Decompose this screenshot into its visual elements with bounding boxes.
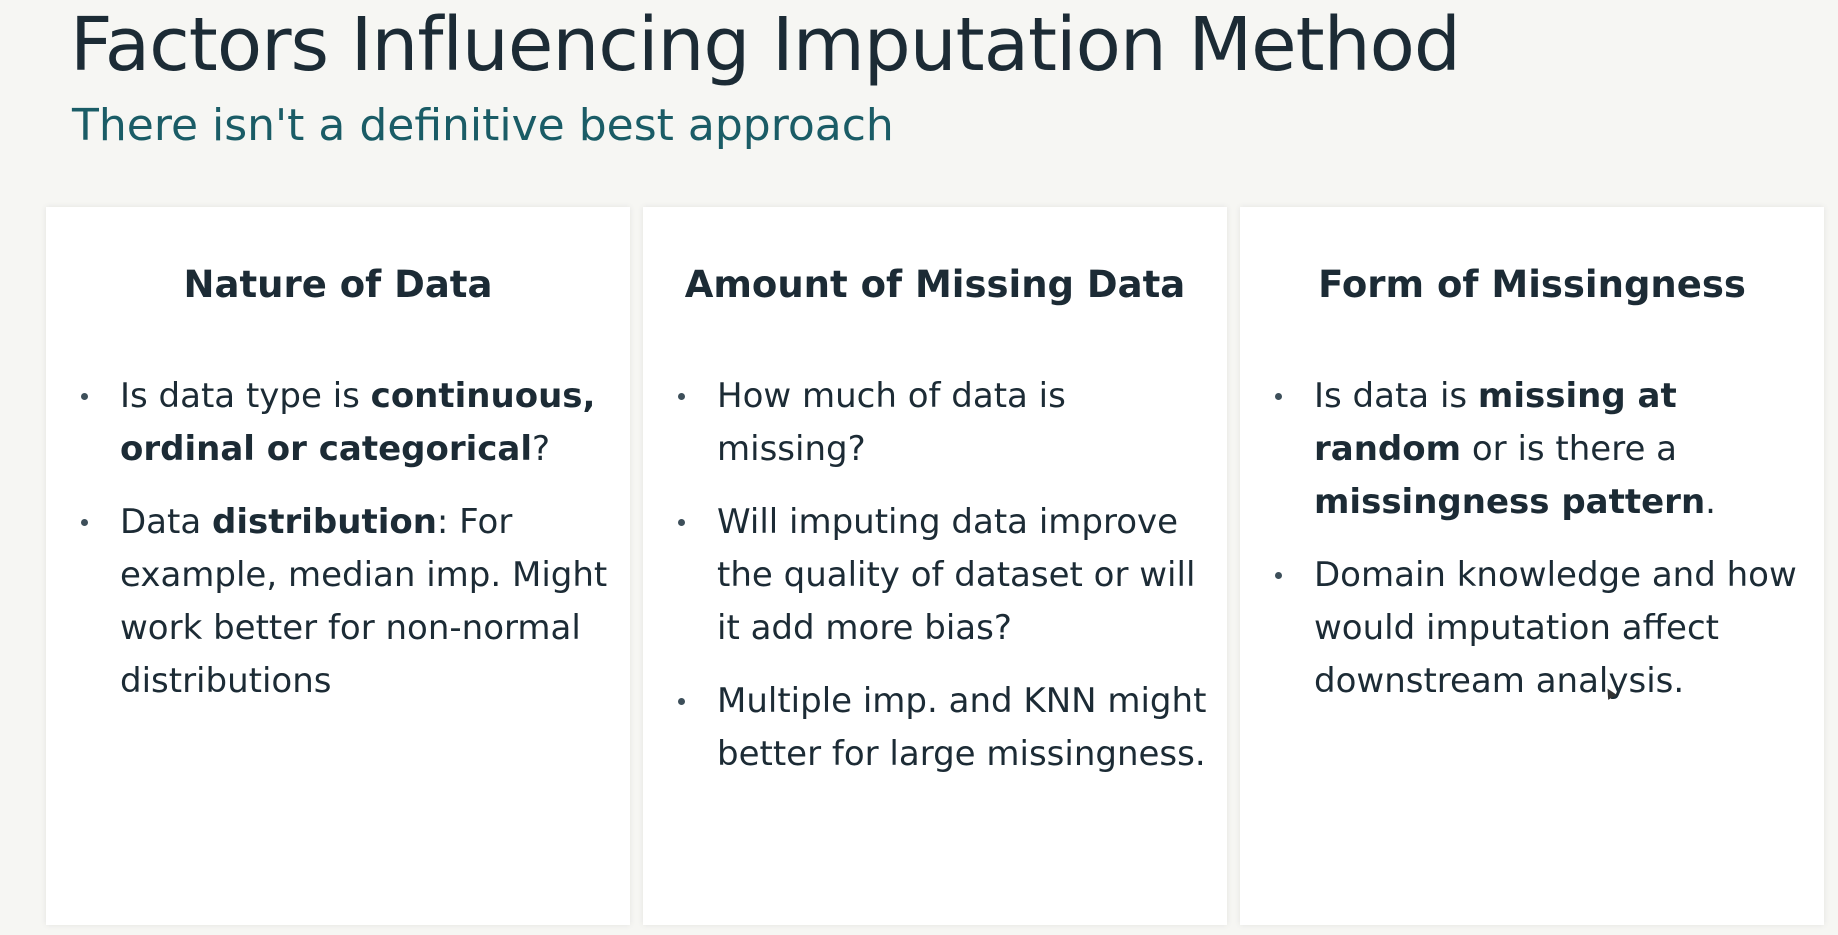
bullet-item: Domain knowledge and how would imputatio… <box>1240 549 1824 708</box>
bullet-text-bold: missingness pattern <box>1314 482 1706 522</box>
card-amount-of-missing-data: Amount of Missing Data How much of data … <box>643 207 1227 925</box>
bullet-dot-icon <box>1275 393 1282 400</box>
bullet-dot-icon <box>678 393 685 400</box>
bullet-text: or is there a <box>1461 429 1677 469</box>
bullet-item: Multiple imp. and KNN might better for l… <box>643 675 1227 781</box>
bullet-list: Is data type is continuous, ordinal or c… <box>46 370 630 728</box>
bullet-item: Is data is missing at random or is there… <box>1240 370 1824 529</box>
bullet-text-bold: distribution <box>212 502 437 542</box>
bullet-item: How much of data is missing? <box>643 370 1227 476</box>
bullet-text: Is data type is <box>120 376 371 416</box>
bullet-text: Is data is <box>1314 376 1478 416</box>
bullet-list: Is data is missing at random or is there… <box>1240 370 1824 728</box>
bullet-text: Domain knowledge and how would imputatio… <box>1314 555 1797 701</box>
bullet-dot-icon <box>1275 572 1282 579</box>
bullet-text: Multiple imp. and KNN might better for l… <box>717 681 1207 774</box>
card-title: Form of Missingness <box>1318 263 1746 306</box>
bullet-dot-icon <box>81 393 88 400</box>
bullet-dot-icon <box>678 698 685 705</box>
slide-title: Factors Influencing Imputation Method <box>70 2 1461 88</box>
bullet-list: How much of data is missing? Will imputin… <box>643 370 1227 801</box>
bullet-dot-icon <box>81 519 88 526</box>
bullet-item: Will imputing data improve the quality o… <box>643 496 1227 655</box>
bullet-item: Is data type is continuous, ordinal or c… <box>46 370 630 476</box>
bullet-text: . <box>1705 482 1716 522</box>
bullet-dot-icon <box>678 519 685 526</box>
bullet-text: How much of data is missing? <box>717 376 1066 469</box>
cards-container: Nature of Data Is data type is continuou… <box>46 207 1838 925</box>
bullet-text: Will imputing data improve the quality o… <box>717 502 1196 648</box>
slide-subtitle: There isn't a definitive best approach <box>72 100 894 151</box>
card-title: Nature of Data <box>183 263 493 306</box>
bullet-text: Data <box>120 502 212 542</box>
bullet-item: Data distribution: For example, median i… <box>46 496 630 708</box>
bullet-text: ? <box>532 429 551 469</box>
card-form-of-missingness: Form of Missingness Is data is missing a… <box>1240 207 1824 925</box>
card-title: Amount of Missing Data <box>684 263 1186 306</box>
card-nature-of-data: Nature of Data Is data type is continuou… <box>46 207 630 925</box>
